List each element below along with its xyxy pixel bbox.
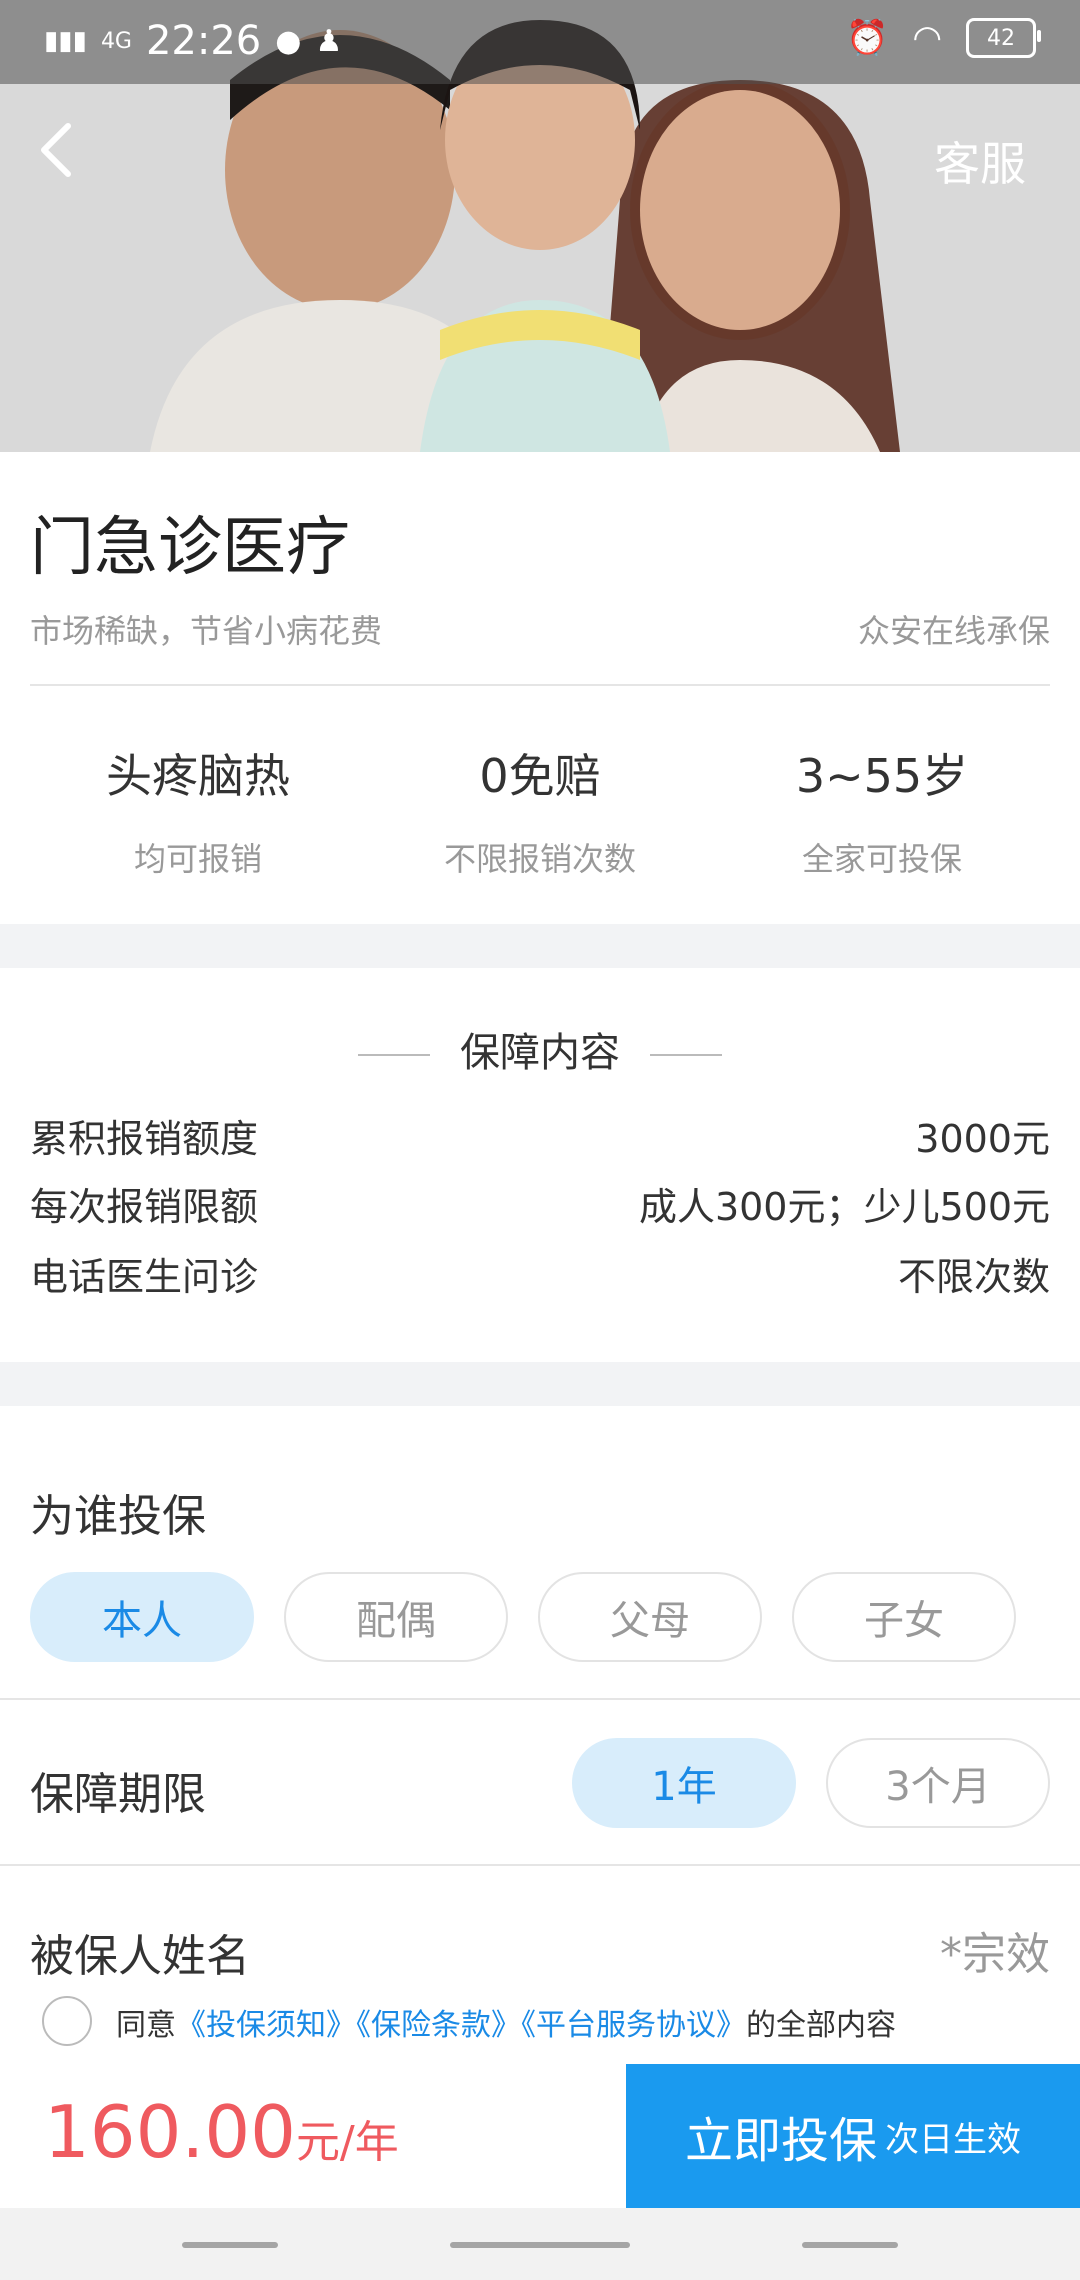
coverage-row: 电话医生问诊 不限次数: [30, 1246, 1050, 1301]
insure-for-option-spouse[interactable]: 配偶: [284, 1572, 508, 1662]
divider-line: [0, 1698, 1080, 1700]
product-title: 门急诊医疗: [30, 511, 350, 585]
insure-for-option-children[interactable]: 子女: [792, 1572, 1016, 1662]
price-amount: 160.00: [44, 2090, 296, 2174]
buy-now-label: 立即投保: [684, 2113, 877, 2169]
section-divider: [0, 1362, 1080, 1406]
agreement-text: 同意《投保须知》《保险条款》《平台服务协议》的全部内容: [116, 2000, 896, 2044]
coverage-heading: 保障内容: [0, 1020, 1080, 1078]
status-left: ▮▮▮ 4G 22:26 ● ♟: [44, 18, 342, 64]
alarm-icon: ⏰: [845, 18, 889, 58]
coverage-value: 3000元: [915, 1117, 1050, 1161]
buy-now-note: 次日生效: [885, 2119, 1021, 2160]
product-tagline: 市场稀缺，节省小病花费: [30, 612, 383, 650]
wifi-icon: ◠: [912, 18, 942, 58]
feature-label: 均可报销: [133, 840, 262, 878]
battery-icon: 42: [966, 18, 1041, 58]
feature-item: 0免赔 不限报销次数: [370, 740, 710, 880]
insure-for-option-parents[interactable]: 父母: [538, 1572, 762, 1662]
link-platform-agreement[interactable]: 《平台服务协议》: [521, 2008, 746, 2043]
chevron-left-icon: [41, 123, 71, 177]
agreement-prefix: 同意: [116, 2008, 176, 2043]
agree-checkbox[interactable]: [42, 1996, 92, 2046]
period-option-3-months[interactable]: 3个月: [826, 1738, 1050, 1828]
section-divider: [0, 924, 1080, 968]
nav-menu-handle[interactable]: [182, 2242, 278, 2248]
divider-line: [30, 684, 1050, 686]
period-label: 保障期限: [30, 1769, 206, 1820]
coverage-heading-text: 保障内容: [460, 1030, 620, 1076]
status-right: ⏰ ◠ 42: [845, 18, 1041, 58]
status-bar: ▮▮▮ 4G 22:26 ● ♟ ⏰ ◠ 42: [0, 0, 1080, 84]
link-insurance-terms[interactable]: 《保险条款》: [356, 2008, 521, 2043]
insured-name-value[interactable]: *宗效: [940, 1918, 1050, 1982]
buy-now-button[interactable]: 立即投保 次日生效: [626, 2064, 1080, 2208]
app-notification-icon: ●: [275, 23, 302, 59]
nav-home-handle[interactable]: [450, 2242, 630, 2248]
back-button[interactable]: [36, 120, 96, 190]
feature-value: 头疼脑热: [106, 749, 290, 803]
qq-icon: ♟: [315, 23, 343, 59]
nav-back-handle[interactable]: [802, 2242, 898, 2248]
signal-icon: ▮▮▮: [44, 26, 87, 56]
coverage-name: 每次报销限额: [30, 1185, 259, 1229]
battery-level: 42: [987, 25, 1015, 51]
feature-label: 全家可投保: [801, 840, 962, 878]
price-unit: 元/年: [295, 2117, 399, 2168]
coverage-row: 每次报销限额 成人300元；少儿500元: [30, 1176, 1050, 1231]
coverage-value: 成人300元；少儿500元: [638, 1185, 1050, 1229]
coverage-name: 电话医生问诊: [30, 1255, 259, 1299]
status-time: 22:26: [145, 18, 262, 64]
customer-service-button[interactable]: 客服: [934, 128, 1026, 194]
coverage-row: 累积报销额度 3000元: [30, 1108, 1050, 1163]
insured-name-label: 被保人姓名: [30, 1931, 250, 1982]
insure-for-label: 为谁投保: [30, 1491, 206, 1542]
link-insurance-notice[interactable]: 《投保须知》: [176, 2008, 356, 2043]
coverage-value: 不限次数: [897, 1255, 1050, 1299]
feature-item: 头疼脑热 均可报销: [28, 740, 368, 880]
insure-for-option-self[interactable]: 本人: [30, 1572, 254, 1662]
insurer-label: 众安在线承保: [857, 612, 1050, 650]
feature-value: 0免赔: [479, 749, 601, 803]
period-option-1-year[interactable]: 1年: [572, 1738, 796, 1828]
feature-item: 3~55岁 全家可投保: [712, 740, 1052, 880]
feature-label: 不限报销次数: [443, 840, 636, 878]
feature-value: 3~55岁: [795, 749, 969, 803]
agreement-suffix: 的全部内容: [746, 2008, 896, 2043]
coverage-name: 累积报销额度: [30, 1117, 259, 1161]
network-type: 4G: [100, 28, 132, 54]
divider-line: [0, 1864, 1080, 1866]
price: 160.00元/年: [44, 2090, 399, 2174]
